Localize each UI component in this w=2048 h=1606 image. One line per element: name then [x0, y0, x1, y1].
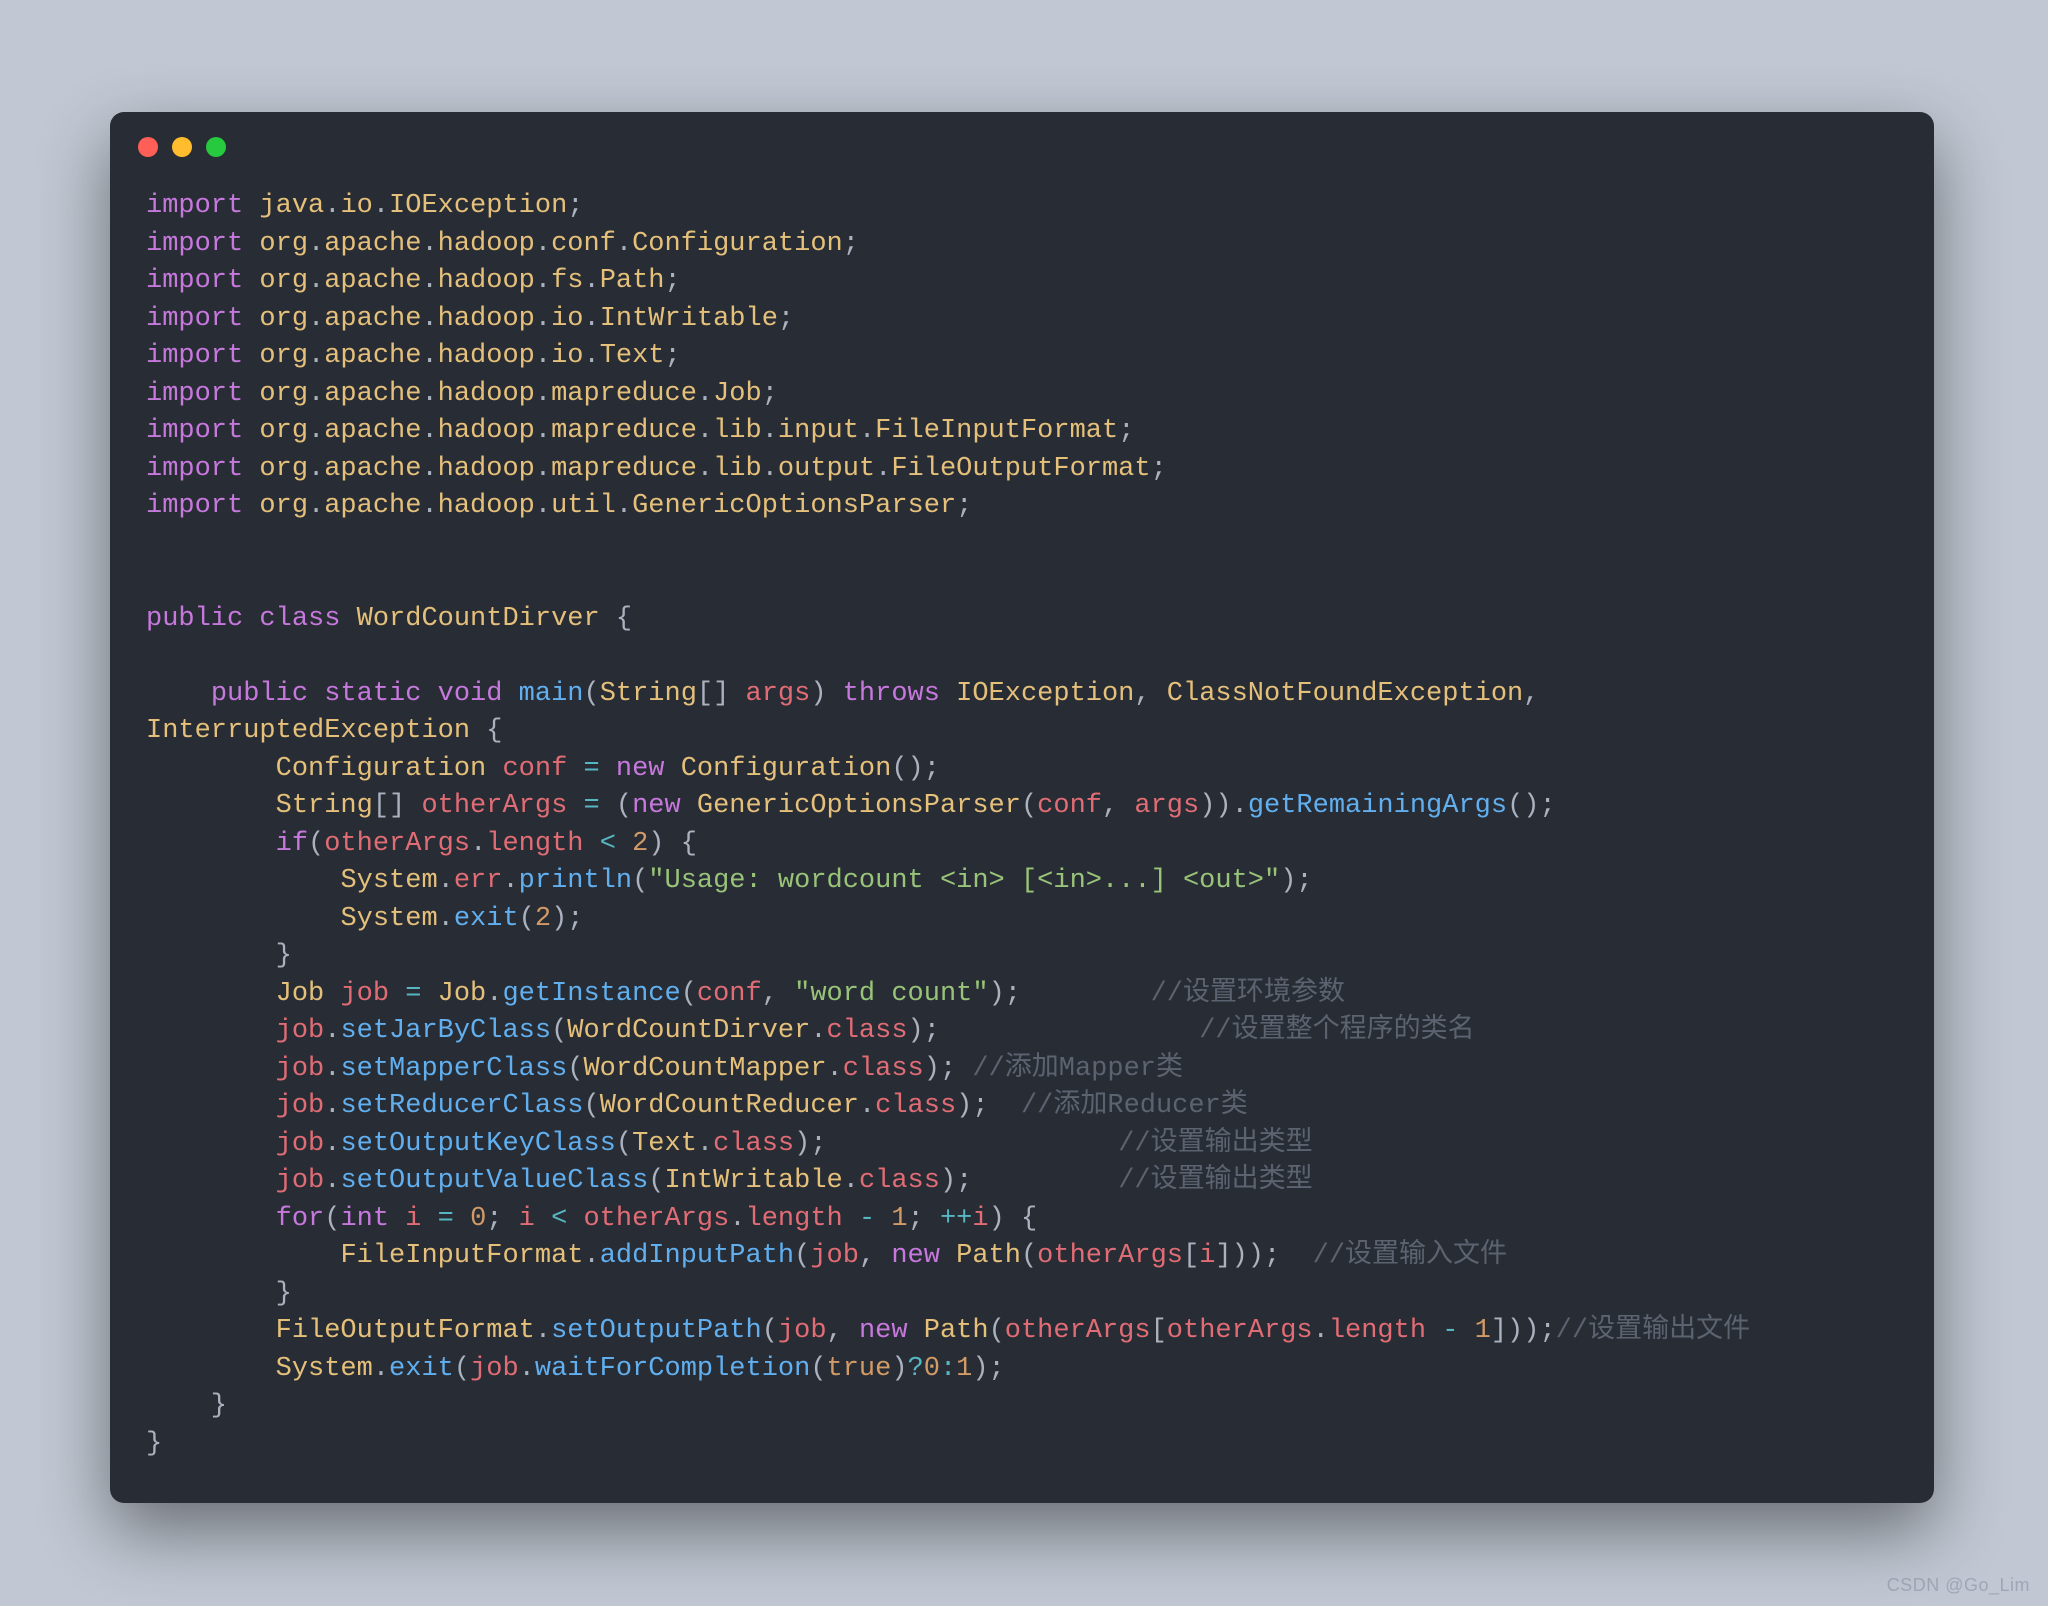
code-block: import java.io.IOException; import org.a… — [110, 182, 1934, 1463]
watermark: CSDN @Go_Lim — [1887, 1575, 2030, 1596]
code-window: import java.io.IOException; import org.a… — [110, 112, 1934, 1503]
titlebar — [110, 112, 1934, 182]
close-icon[interactable] — [138, 137, 158, 157]
zoom-icon[interactable] — [206, 137, 226, 157]
minimize-icon[interactable] — [172, 137, 192, 157]
